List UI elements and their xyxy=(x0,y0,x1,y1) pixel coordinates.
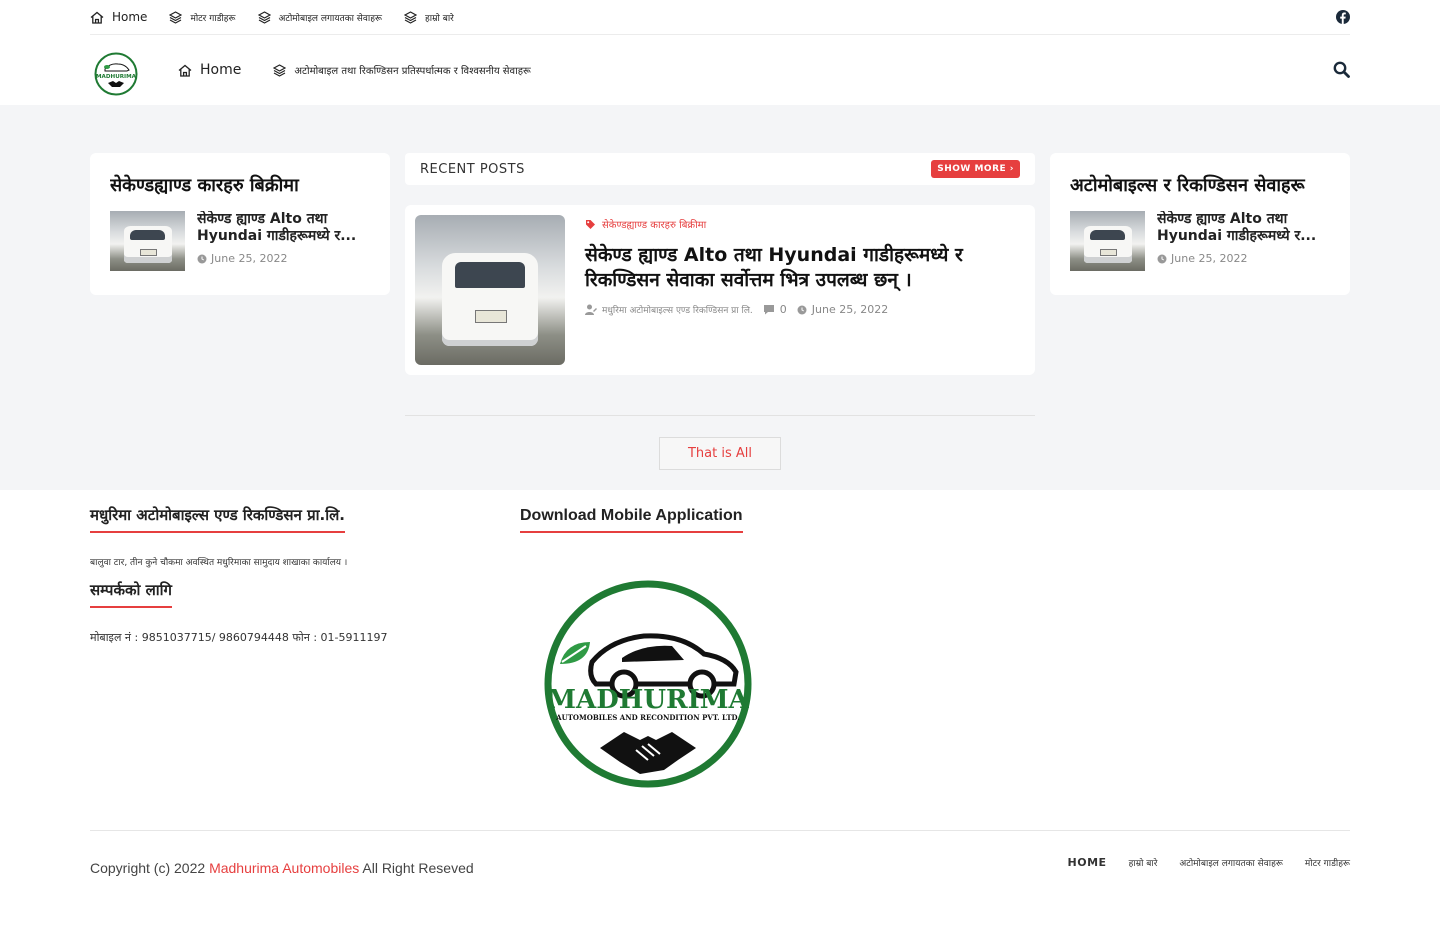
home-icon xyxy=(90,11,104,24)
footer-description: बालुवा टार, तीन कुने चौकमा अवस्थित मधुरि… xyxy=(90,558,348,568)
tag-icon xyxy=(585,219,596,230)
main-header: MADHURIMA Home अटोमोबाइल तथा रिकण्डिसन प… xyxy=(0,35,1440,105)
main-nav: Home अटोमोबाइल तथा रिकण्डिसन प्रतिस्पर्ध… xyxy=(178,35,531,105)
top-nav-about[interactable]: हाम्रो बारे xyxy=(404,10,454,24)
footer-contact-title: सम्पर्कको लागि xyxy=(90,580,172,608)
left-widget-date-text: June 25, 2022 xyxy=(211,252,288,265)
search-icon[interactable] xyxy=(1333,61,1350,78)
footer-divider xyxy=(90,830,1350,831)
right-widget: अटोमोबाइल्स र रिकण्डिसन सेवाहरू सेकेण्ड … xyxy=(1050,153,1350,295)
left-widget-post[interactable]: सेकेण्ड ह्याण्ड Alto तथा Hyundai गाडीहरू… xyxy=(110,211,370,271)
app-download-logo[interactable]: MADHURIMA AUTOMOBILES AND RECONDITION PV… xyxy=(544,580,752,788)
recent-post-title[interactable]: सेकेण्ड ह्याण्ड Alto तथा Hyundai गाडीहरू… xyxy=(585,243,1015,293)
copyright-prefix: Copyright (c) 2022 xyxy=(90,860,206,876)
recent-post-category[interactable]: सेकेण्डह्याण्ड कारहरु बिक्रीमा xyxy=(585,217,1015,231)
footer-company-title: मधुरिमा अटोमोबाइल्स एण्ड रिकण्डिसन प्रा.… xyxy=(90,505,345,533)
clock-icon xyxy=(797,305,807,315)
svg-text:AUTOMOBILES AND RECONDITION PV: AUTOMOBILES AND RECONDITION PVT. LTD. xyxy=(555,713,740,722)
recent-post-card: सेकेण्डह्याण्ड कारहरु बिक्रीमा सेकेण्ड ह… xyxy=(405,205,1035,375)
top-nav-services-label: अटोमोबाइल लगायतका सेवाहरू xyxy=(278,13,383,24)
footer-app-title: Download Mobile Application xyxy=(520,507,743,533)
comment-icon xyxy=(763,304,775,315)
recent-posts-header: RECENT POSTS SHOW MORE › xyxy=(405,153,1035,185)
layers-icon xyxy=(169,10,183,24)
layers-icon xyxy=(273,63,287,77)
clock-icon xyxy=(1157,254,1167,264)
top-nav-about-label: हाम्रो बारे xyxy=(425,13,454,24)
footer-nav-cars[interactable]: मोटर गाडीहरू xyxy=(1305,856,1350,869)
post-thumbnail[interactable] xyxy=(110,211,185,271)
show-more-button[interactable]: SHOW MORE › xyxy=(931,160,1020,178)
content-divider xyxy=(405,415,1035,416)
site-logo[interactable]: MADHURIMA xyxy=(94,52,138,96)
top-bar: Home मोटर गाडीहरू अटोमोबाइल लगायतका सेवा… xyxy=(90,0,1350,35)
right-widget-date-text: June 25, 2022 xyxy=(1171,252,1248,265)
left-widget-post-date: June 25, 2022 xyxy=(197,252,357,265)
right-widget-title: अटोमोबाइल्स र रिकण्डिसन सेवाहरू xyxy=(1070,175,1305,196)
top-nav-home[interactable]: Home xyxy=(90,10,147,24)
footer-contact-info: मोबाइल नं : 9851037715/ 9860794448 फोन :… xyxy=(90,631,388,644)
right-widget-post-title[interactable]: सेकेण्ड ह्याण्ड Alto तथा Hyundai गाडीहरू… xyxy=(1157,211,1317,245)
right-widget-post[interactable]: सेकेण्ड ह्याण्ड Alto तथा Hyundai गाडीहरू… xyxy=(1070,211,1330,271)
facebook-icon[interactable] xyxy=(1336,10,1350,24)
home-icon xyxy=(178,64,192,77)
svg-text:MADHURIMA: MADHURIMA xyxy=(96,74,137,80)
recent-post-comments[interactable]: 0 xyxy=(780,303,787,316)
content-area: सेकेण्डह्याण्ड कारहरु बिक्रीमा सेकेण्ड ह… xyxy=(0,105,1440,490)
that-is-all-button[interactable]: That is All xyxy=(659,437,781,470)
footer-app-column: Download Mobile Application xyxy=(520,505,820,533)
recent-posts-title: RECENT POSTS xyxy=(420,161,525,177)
copyright: Copyright (c) 2022 Madhurima Automobiles… xyxy=(90,860,474,876)
recent-post-meta: मधुरिमा अटोमोबाइल्स एण्ड रिकण्डिसन प्रा … xyxy=(585,303,1015,316)
top-nav-cars[interactable]: मोटर गाडीहरू xyxy=(169,10,236,24)
layers-icon xyxy=(404,10,418,24)
footer-nav-services[interactable]: अटोमोबाइल लगायतका सेवाहरू xyxy=(1179,856,1282,869)
left-widget-title: सेकेण्डह्याण्ड कारहरु बिक्रीमा xyxy=(110,175,299,196)
recent-post-thumbnail[interactable] xyxy=(415,215,565,365)
copyright-brand-link[interactable]: Madhurima Automobiles xyxy=(209,860,359,876)
footer-company-column: मधुरिमा अटोमोबाइल्स एण्ड रिकण्डिसन प्रा.… xyxy=(90,505,470,645)
right-widget-post-date: June 25, 2022 xyxy=(1157,252,1317,265)
left-widget: सेकेण्डह्याण्ड कारहरु बिक्रीमा सेकेण्ड ह… xyxy=(90,153,390,295)
main-nav-home-label: Home xyxy=(200,62,242,78)
footer-nav-home[interactable]: HOME xyxy=(1068,856,1107,869)
left-widget-post-title[interactable]: सेकेण्ड ह्याण्ड Alto तथा Hyundai गाडीहरू… xyxy=(197,211,357,245)
main-nav-home[interactable]: Home xyxy=(178,62,241,78)
main-nav-services[interactable]: अटोमोबाइल तथा रिकण्डिसन प्रतिस्पर्धात्मक… xyxy=(273,63,531,77)
footer-nav-about[interactable]: हाम्रो बारे xyxy=(1129,856,1158,869)
recent-post-category-label: सेकेण्डह्याण्ड कारहरु बिक्रीमा xyxy=(602,220,707,231)
footer-nav: HOME हाम्रो बारे अटोमोबाइल लगायतका सेवाह… xyxy=(1068,856,1350,869)
copyright-suffix: All Right Reseved xyxy=(362,860,474,876)
recent-post-date: June 25, 2022 xyxy=(811,303,889,316)
top-nav: Home मोटर गाडीहरू अटोमोबाइल लगायतका सेवा… xyxy=(90,10,454,24)
author-icon xyxy=(585,304,597,315)
recent-post-author[interactable]: मधुरिमा अटोमोबाइल्स एण्ड रिकण्डिसन प्रा … xyxy=(602,303,753,316)
top-nav-cars-label: मोटर गाडीहरू xyxy=(190,13,236,24)
post-thumbnail[interactable] xyxy=(1070,211,1145,271)
layers-icon xyxy=(257,10,271,24)
top-nav-services[interactable]: अटोमोबाइल लगायतका सेवाहरू xyxy=(257,10,383,24)
main-nav-services-label: अटोमोबाइल तथा रिकण्डिसन प्रतिस्पर्धात्मक… xyxy=(294,66,531,77)
top-nav-home-label: Home xyxy=(112,10,148,24)
site-footer: मधुरिमा अटोमोबाइल्स एण्ड रिकण्डिसन प्रा.… xyxy=(0,490,1440,940)
svg-text:MADHURIMA: MADHURIMA xyxy=(547,685,749,715)
clock-icon xyxy=(197,254,207,264)
